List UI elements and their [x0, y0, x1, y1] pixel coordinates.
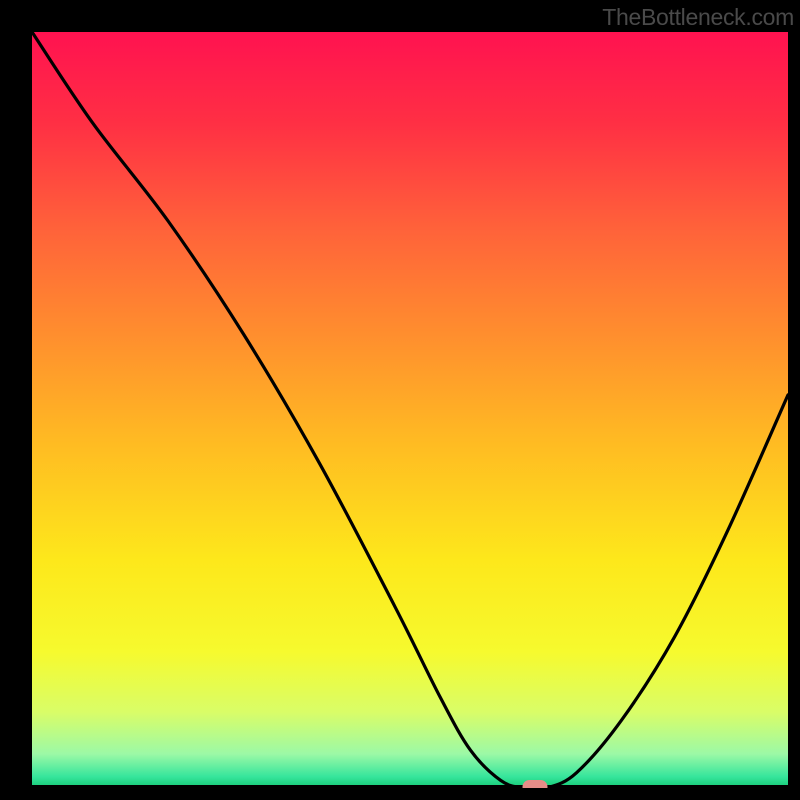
gradient-background — [32, 32, 788, 788]
chart-frame: TheBottleneck.com — [0, 0, 800, 800]
watermark-text: TheBottleneck.com — [602, 4, 794, 31]
plot-area — [32, 32, 788, 788]
marker-pill — [522, 780, 547, 788]
plot-svg — [32, 32, 788, 788]
